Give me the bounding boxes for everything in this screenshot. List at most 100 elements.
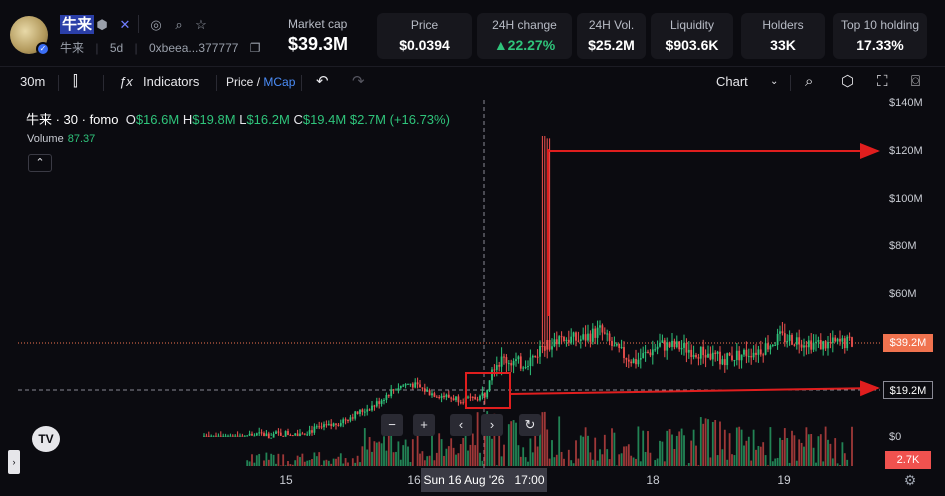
- volume-bar: [462, 437, 465, 466]
- candle-body: [356, 411, 359, 414]
- volume-bar: [699, 417, 702, 466]
- volume-bar: [587, 435, 589, 466]
- token-name[interactable]: 牛来: [60, 15, 95, 34]
- candle-body: [419, 384, 421, 388]
- candle-body: [361, 409, 364, 412]
- token-address[interactable]: 0xbeea...377777: [149, 41, 238, 55]
- candle-type-icon[interactable]: ⫿: [73, 73, 78, 91]
- zoom-in-button[interactable]: +: [413, 414, 435, 436]
- redo-icon[interactable]: ↷: [352, 73, 365, 91]
- candle-body: [603, 332, 606, 334]
- candle-body: [217, 435, 220, 437]
- volume-bar: [287, 461, 289, 466]
- candle-body: [428, 390, 431, 396]
- volume-bar: [380, 443, 383, 466]
- volume-bar: [503, 444, 505, 466]
- volume-bar: [265, 452, 268, 466]
- volume-bar: [661, 441, 664, 466]
- candle-body: [392, 389, 395, 391]
- settings-hex-icon[interactable]: ⬡: [841, 73, 854, 91]
- drawing-panel-handle[interactable]: ›: [8, 450, 20, 474]
- candle-body: [481, 392, 484, 396]
- camera-icon[interactable]: ⌼: [911, 73, 920, 91]
- volume-bar: [738, 426, 741, 466]
- candle-body: [707, 353, 709, 358]
- copy-icon[interactable]: ❐: [250, 41, 261, 55]
- candle-body: [344, 419, 347, 421]
- meta-divider: |: [95, 41, 99, 55]
- toolbar-divider: [216, 75, 217, 91]
- candle-body: [812, 342, 815, 350]
- price-chart[interactable]: $140M $120M $100M $80M $60M $0 15 16 18 19: [0, 96, 945, 496]
- volume-bar: [529, 438, 532, 466]
- price-mcap-toggle[interactable]: Price / MCap: [226, 73, 295, 91]
- volume-bar: [834, 438, 837, 466]
- chart-settings-icon[interactable]: ⚙: [902, 472, 918, 488]
- candle-body: [711, 352, 714, 360]
- volume-bar: [253, 462, 256, 466]
- scroll-right-button[interactable]: ›: [481, 414, 503, 436]
- tradingview-logo[interactable]: TV: [32, 426, 60, 452]
- volume-bar: [740, 429, 743, 466]
- interval-button[interactable]: 30m: [20, 73, 45, 91]
- volume-bar: [745, 440, 748, 466]
- candle-body: [282, 435, 285, 437]
- candle-body: [315, 426, 318, 428]
- candle-body: [675, 341, 678, 348]
- indicators-button[interactable]: Indicators: [143, 73, 199, 91]
- star-icon[interactable]: ☆: [193, 17, 209, 33]
- globe-icon[interactable]: ◎: [148, 17, 164, 33]
- indicators-icon[interactable]: ƒx: [119, 73, 133, 91]
- candle-body: [584, 334, 587, 341]
- chain-icon[interactable]: ✕: [117, 17, 133, 33]
- candle-body: [368, 409, 371, 411]
- candle-body: [450, 397, 453, 399]
- search-icon[interactable]: ⌕: [171, 17, 187, 33]
- scroll-left-button[interactable]: ‹: [450, 414, 472, 436]
- volume-bar: [671, 434, 673, 466]
- candle-body: [548, 340, 551, 350]
- candle-body: [421, 387, 424, 389]
- candle-body: [757, 349, 760, 355]
- chevron-down-icon[interactable]: ⌄: [770, 73, 778, 91]
- reset-chart-button[interactable]: ↻: [519, 414, 541, 436]
- candle-body: [246, 435, 249, 437]
- undo-icon[interactable]: ↶: [316, 73, 329, 91]
- candle-body: [733, 359, 736, 361]
- cube-icon[interactable]: ⬢: [94, 17, 110, 33]
- candle-body: [313, 426, 316, 433]
- zoom-out-button[interactable]: −: [381, 414, 403, 436]
- volume-bar: [575, 440, 577, 466]
- candle-body: [387, 395, 390, 397]
- zoom-icon[interactable]: ⌕: [805, 73, 813, 91]
- volume-bar: [294, 460, 297, 466]
- token-meta: 牛来 | 5d | 0xbeea...377777 ❐: [60, 39, 269, 56]
- candle-body: [517, 356, 520, 360]
- volume-bar: [546, 429, 549, 466]
- candle-body: [404, 384, 407, 386]
- candle-body: [440, 395, 443, 398]
- stat-label: Holders: [762, 18, 804, 32]
- candle-body: [409, 383, 412, 385]
- price-option[interactable]: Price: [226, 75, 253, 89]
- candle-body: [231, 435, 234, 437]
- volume-bar: [447, 446, 450, 466]
- volume-bar: [339, 453, 342, 466]
- candle-body: [661, 340, 664, 343]
- volume-bar: [735, 427, 738, 466]
- collapse-legend-button[interactable]: ⌃: [28, 154, 52, 172]
- mcap-option[interactable]: MCap: [263, 75, 295, 89]
- candle-body: [714, 352, 717, 354]
- chart-type-select[interactable]: Chart: [716, 73, 748, 91]
- fullscreen-icon[interactable]: ⛶: [877, 73, 888, 91]
- volume-bar: [654, 460, 657, 466]
- volume-bar: [783, 428, 786, 466]
- volume-bar: [248, 461, 251, 466]
- volume-bar: [433, 460, 436, 466]
- volume-bar: [517, 445, 520, 466]
- candle-body: [697, 357, 700, 359]
- volume-bar: [781, 440, 784, 466]
- volume-bar: [464, 434, 467, 466]
- volume-bar: [356, 455, 359, 466]
- volume-bar: [819, 434, 822, 466]
